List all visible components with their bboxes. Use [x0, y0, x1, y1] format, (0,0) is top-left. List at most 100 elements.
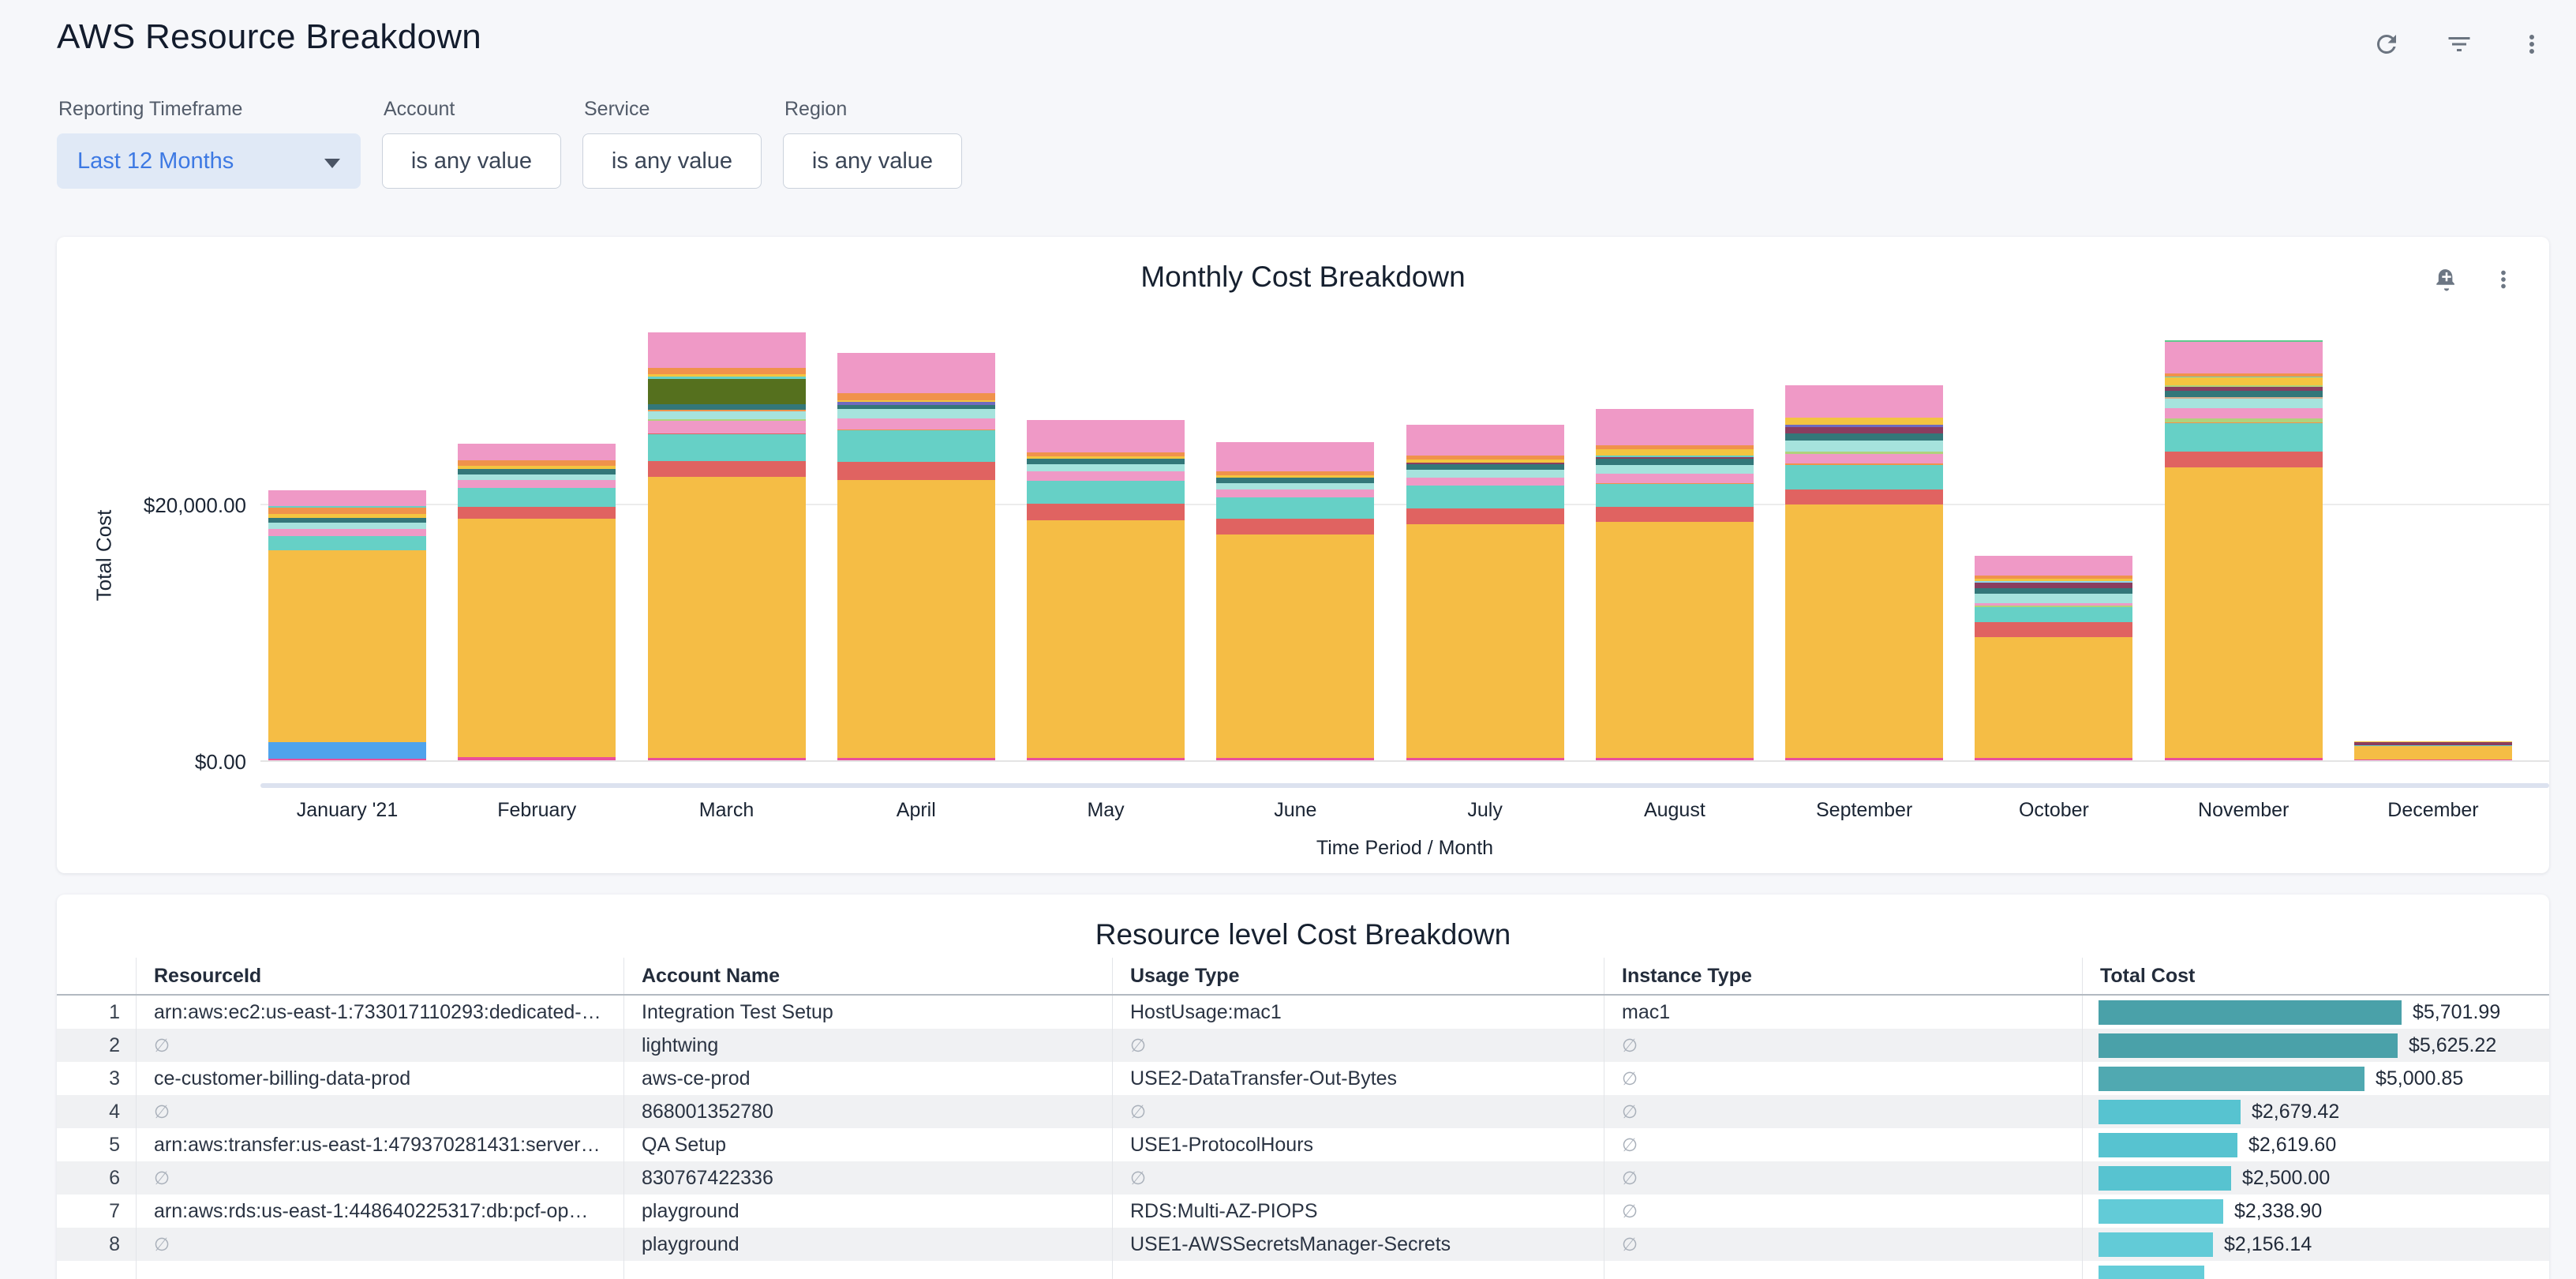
row-number[interactable]: 1	[57, 996, 136, 1029]
bar-segment[interactable]	[1027, 520, 1185, 758]
bar-segment[interactable]	[1406, 524, 1564, 758]
table-cell[interactable]: playground	[623, 1195, 1112, 1228]
row-number[interactable]: 6	[57, 1161, 136, 1195]
bar-segment[interactable]	[1975, 583, 2132, 589]
table-cell[interactable]: ∅	[136, 1095, 623, 1128]
bar-segment[interactable]	[1785, 427, 1943, 433]
table-cell[interactable]	[623, 1261, 1112, 1279]
table-cell[interactable]: QA Setup	[623, 1128, 1112, 1161]
bar-segment[interactable]	[458, 474, 616, 480]
table-cell[interactable]: HostUsage:mac1	[1112, 996, 1604, 1029]
bar-segment[interactable]	[1975, 758, 2132, 760]
bar-segment[interactable]	[268, 536, 426, 550]
table-cell[interactable]: aws-ce-prod	[623, 1062, 1112, 1095]
bar-segment[interactable]	[1216, 534, 1374, 758]
column-header-instance-type[interactable]: Instance Type	[1604, 958, 2082, 994]
bar-segment[interactable]	[648, 461, 806, 477]
table-cell[interactable]: Integration Test Setup	[623, 996, 1112, 1029]
account-filter-button[interactable]: is any value	[382, 133, 561, 189]
bar-segment[interactable]	[1027, 758, 1185, 760]
table-cell[interactable]	[136, 1261, 623, 1279]
table-cell[interactable]: ∅	[1604, 1195, 2082, 1228]
total-cost-cell[interactable]: $2,500.00	[2082, 1161, 2549, 1195]
stacked-bar-may[interactable]	[1027, 420, 1185, 760]
bar-segment[interactable]	[268, 742, 426, 758]
stacked-bar-july[interactable]	[1406, 425, 1564, 760]
more-vert-icon[interactable]	[2516, 28, 2548, 60]
row-number[interactable]: 7	[57, 1195, 136, 1228]
stacked-bar-april[interactable]	[837, 353, 995, 760]
bar-segment[interactable]	[268, 508, 426, 514]
table-cell[interactable]: ∅	[1112, 1029, 1604, 1062]
bar-segment[interactable]	[2165, 758, 2323, 760]
bar-segment[interactable]	[1596, 465, 1754, 474]
column-header-usage-type[interactable]: Usage Type	[1112, 958, 1604, 994]
stacked-bar-december[interactable]	[2354, 741, 2512, 760]
bar-segment[interactable]	[648, 434, 806, 461]
table-cell[interactable]: ∅	[1604, 1128, 2082, 1161]
row-number[interactable]: 8	[57, 1228, 136, 1261]
stacked-bar-february[interactable]	[458, 444, 616, 760]
bar-segment[interactable]	[458, 469, 616, 474]
table-cell[interactable]	[1604, 1261, 2082, 1279]
total-cost-cell[interactable]: $2,679.42	[2082, 1095, 2549, 1128]
table-cell[interactable]: ∅	[1112, 1095, 1604, 1128]
bar-segment[interactable]	[1975, 607, 2132, 622]
bar-segment[interactable]	[1975, 556, 2132, 575]
table-row[interactable]: 8∅playgroundUSE1-AWSSecretsManager-Secre…	[57, 1228, 2549, 1261]
bar-segment[interactable]	[458, 519, 616, 757]
bar-segment[interactable]	[837, 758, 995, 760]
table-cell[interactable]: ∅	[1604, 1062, 2082, 1095]
bar-segment[interactable]	[1785, 504, 1943, 758]
table-row[interactable]: 2∅lightwing∅∅$5,625.22	[57, 1029, 2549, 1062]
bar-segment[interactable]	[1027, 420, 1185, 452]
stacked-bar-october[interactable]	[1975, 556, 2132, 760]
total-cost-cell[interactable]: $5,625.22	[2082, 1029, 2549, 1062]
table-cell[interactable]: USE2-DataTransfer-Out-Bytes	[1112, 1062, 1604, 1095]
chart-scrollbar[interactable]	[260, 783, 2549, 788]
bar-segment[interactable]	[648, 379, 806, 405]
bar-segment[interactable]	[1596, 459, 1754, 464]
table-cell[interactable]: ∅	[1604, 1161, 2082, 1195]
bar-segment[interactable]	[837, 430, 995, 462]
bar-segment[interactable]	[1216, 483, 1374, 489]
timeframe-select[interactable]: Last 12 Months	[57, 133, 361, 189]
bar-segment[interactable]	[268, 523, 426, 528]
bar-segment[interactable]	[458, 444, 616, 460]
bar-segment[interactable]	[1785, 418, 1943, 425]
region-filter-button[interactable]: is any value	[783, 133, 962, 189]
column-header-account-name[interactable]: Account Name	[623, 958, 1112, 994]
row-number[interactable]: 2	[57, 1029, 136, 1062]
bar-segment[interactable]	[837, 353, 995, 392]
bar-segment[interactable]	[268, 759, 426, 760]
bar-segment[interactable]	[837, 409, 995, 419]
bar-segment[interactable]	[837, 480, 995, 758]
more-vert-icon[interactable]	[2488, 264, 2519, 295]
bar-segment[interactable]	[458, 460, 616, 466]
bar-segment[interactable]	[458, 480, 616, 488]
table-cell[interactable]: ∅	[136, 1228, 623, 1261]
row-number[interactable]: 3	[57, 1062, 136, 1095]
bar-segment[interactable]	[1406, 508, 1564, 524]
stacked-bar-january-21[interactable]	[268, 490, 426, 760]
table-row[interactable]: 7arn:aws:rds:us-east-1:448640225317:db:p…	[57, 1195, 2549, 1228]
bar-segment[interactable]	[2354, 746, 2512, 759]
bar-segment[interactable]	[1785, 758, 1943, 760]
bar-segment[interactable]	[648, 477, 806, 758]
bar-segment[interactable]	[1406, 478, 1564, 486]
table-cell[interactable]	[57, 1261, 136, 1279]
bar-segment[interactable]	[2165, 408, 2323, 418]
table-cell[interactable]	[1112, 1261, 1604, 1279]
bar-segment[interactable]	[458, 757, 616, 760]
bar-segment[interactable]	[458, 507, 616, 519]
bar-segment[interactable]	[2165, 342, 2323, 374]
refresh-icon[interactable]	[2371, 28, 2402, 60]
table-cell[interactable]: ∅	[1604, 1029, 2082, 1062]
table-row[interactable]: 4∅868001352780∅∅$2,679.42	[57, 1095, 2549, 1128]
bar-segment[interactable]	[2165, 391, 2323, 397]
table-cell[interactable]: arn:aws:transfer:us-east-1:479370281431:…	[136, 1128, 623, 1161]
table-cell[interactable]: ∅	[136, 1029, 623, 1062]
bar-segment[interactable]	[2165, 423, 2323, 452]
total-cost-cell[interactable]: $5,000.85	[2082, 1062, 2549, 1095]
column-header-resource-id[interactable]: ResourceId	[136, 958, 623, 994]
